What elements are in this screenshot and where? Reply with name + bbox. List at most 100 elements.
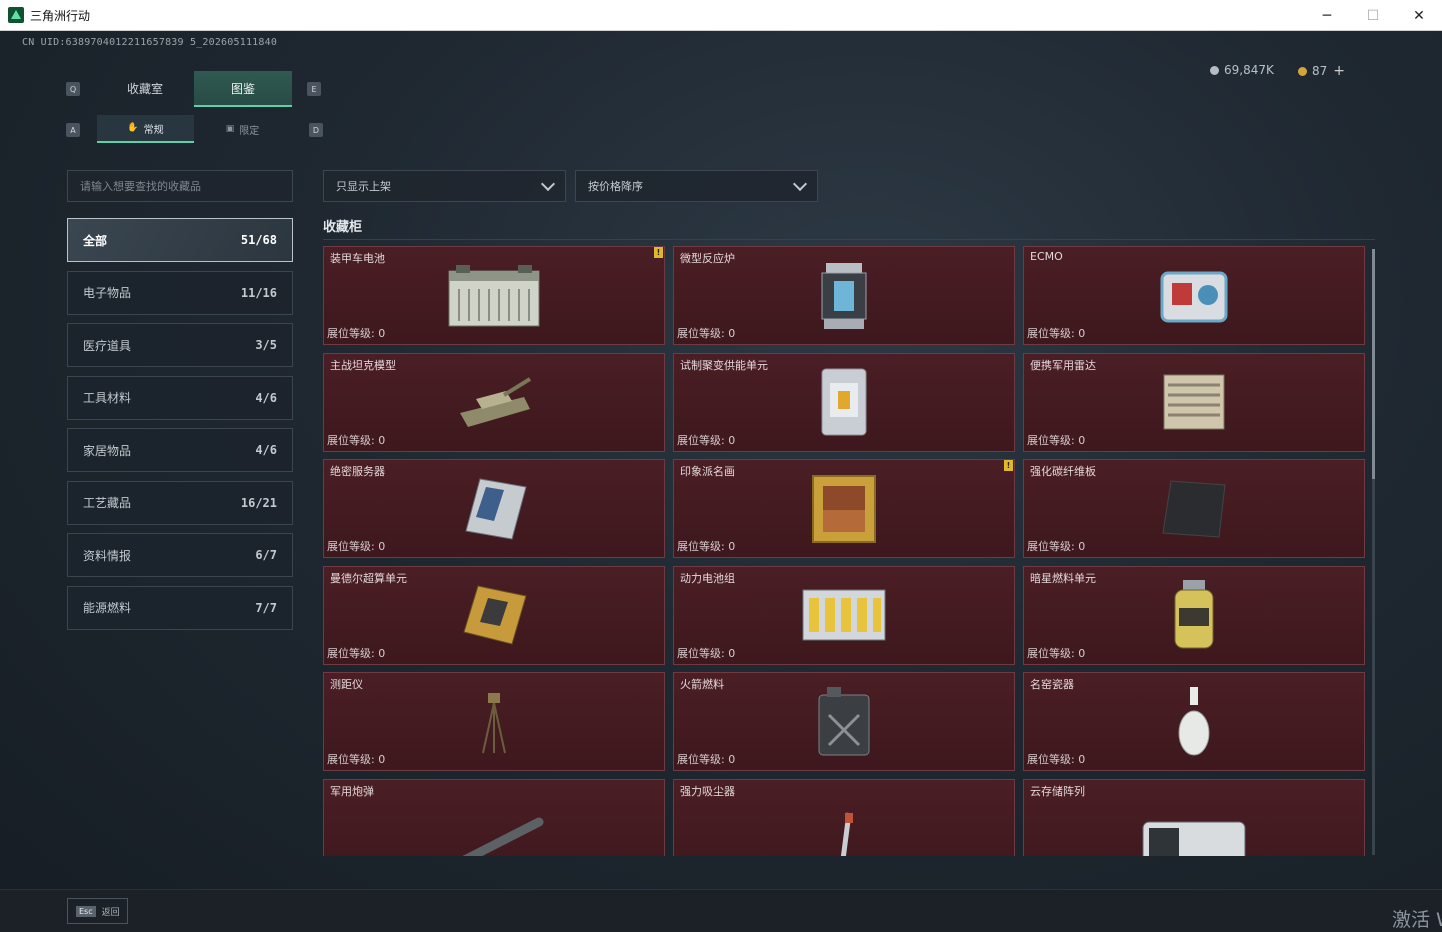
reactor-icon: [821, 262, 867, 329]
card-level: 展位等级: 0: [327, 646, 386, 660]
collection-card[interactable]: 曼德尔超算单元 展位等级: 0: [323, 565, 665, 665]
silver-coin-icon: [1210, 65, 1219, 75]
collection-card[interactable]: 强力吸尘器: [673, 778, 1015, 856]
category-label: 资料情报: [83, 548, 132, 563]
esc-key-hint: Esc: [76, 905, 96, 917]
subtab-regular[interactable]: ✋ 常规: [97, 115, 194, 143]
card-level: 展位等级: 0: [327, 433, 386, 447]
card-level: 展位等级: 0: [677, 327, 736, 340]
category-crafts[interactable]: 工艺藏品 16/21: [67, 480, 293, 525]
card-name: ECMO: [1030, 250, 1063, 263]
close-button[interactable]: ✕: [1396, 0, 1442, 31]
collection-grid: 装甲车电池 ! 展位等级: 0 微型反应炉 展位等级: 0 ECMO 展位等级:…: [323, 246, 1365, 856]
card-name: 军用炮弹: [330, 784, 374, 798]
category-electronics[interactable]: 电子物品 11/16: [67, 270, 293, 315]
category-label: 医疗道具: [83, 338, 132, 353]
storage-array-icon: [1142, 821, 1246, 856]
category-count: 16/21: [240, 495, 277, 510]
tab-codex[interactable]: 图鉴: [194, 71, 292, 107]
search-input[interactable]: 请输入想要查找的收藏品: [67, 170, 293, 202]
category-count: 3/5: [255, 338, 277, 352]
radar-icon: [1163, 374, 1225, 430]
collection-card[interactable]: 动力电池组 展位等级: 0: [673, 565, 1015, 665]
category-energy[interactable]: 能源燃料 7/7: [67, 585, 293, 630]
sort-dropdown[interactable]: 按价格降序: [575, 170, 818, 202]
gold-coin-icon: [1298, 66, 1307, 76]
collection-card[interactable]: 火箭燃料 展位等级: 0: [673, 672, 1015, 771]
subtab-limited[interactable]: ▣ 限定: [194, 115, 291, 143]
category-medical[interactable]: 医疗道具 3/5: [67, 323, 293, 367]
silver-currency: 69,847K: [1210, 63, 1274, 77]
collection-card[interactable]: 试制聚变供能单元 展位等级: 0: [673, 352, 1015, 452]
collection-card[interactable]: 测距仪 展位等级: 0: [323, 672, 665, 771]
add-currency-button[interactable]: +: [1333, 63, 1345, 79]
category-label: 家居物品: [83, 443, 132, 458]
collection-card[interactable]: 微型反应炉 展位等级: 0: [673, 246, 1015, 345]
battery-icon: [448, 264, 540, 326]
collection-card[interactable]: 军用炮弹: [323, 778, 665, 856]
maximize-button[interactable]: ☐: [1350, 0, 1396, 31]
back-label: 返回: [101, 907, 120, 918]
carbon-plate-icon: [1162, 479, 1226, 538]
card-level: 展位等级: 0: [677, 540, 736, 553]
category-list: 全部 51/68 电子物品 11/16 医疗道具 3/5 工具材料 4/6 家居物品 4/…: [67, 218, 293, 638]
card-level: 展位等级: 0: [327, 753, 386, 766]
collection-card[interactable]: 主战坦克模型 展位等级: 0: [323, 352, 665, 452]
category-intel[interactable]: 资料情报 6/7: [67, 533, 293, 577]
minimize-button[interactable]: ─: [1304, 0, 1350, 31]
category-count: 51/68: [240, 233, 277, 247]
card-level: 展位等级: 0: [1027, 753, 1086, 766]
card-name: 名窑瓷器: [1030, 678, 1074, 691]
card-name: 动力电池组: [680, 571, 735, 585]
tab-collection-room[interactable]: 收藏室: [96, 71, 194, 107]
card-level: 展位等级: 0: [1027, 646, 1086, 660]
category-household[interactable]: 家居物品 4/6: [67, 428, 293, 472]
card-name: 装甲车电池: [330, 252, 385, 265]
subtab-limited-label: 限定: [239, 125, 260, 137]
back-button[interactable]: Esc 返回: [67, 898, 128, 924]
collection-card[interactable]: 名窑瓷器 展位等级: 0: [1023, 672, 1365, 771]
collection-card[interactable]: 暗星燃料单元 展位等级: 0: [1023, 565, 1365, 665]
collection-card[interactable]: 绝密服务器 展位等级: 0: [323, 459, 665, 558]
fusion-unit-icon: [821, 368, 867, 436]
card-name: 主战坦克模型: [330, 358, 396, 372]
vacuum-icon: [840, 812, 853, 856]
hand-icon: ✋: [127, 123, 139, 133]
card-level: 展位等级: 0: [677, 433, 736, 447]
category-count: 7/7: [255, 600, 277, 615]
collection-card[interactable]: 云存储阵列: [1023, 778, 1365, 856]
shelf-filter-dropdown[interactable]: 只显示上架: [323, 170, 566, 202]
collection-card[interactable]: 强化碳纤维板 展位等级: 0: [1023, 459, 1365, 558]
chevron-down-icon: [540, 176, 556, 192]
card-name: 微型反应炉: [680, 252, 735, 265]
category-all[interactable]: 全部 51/68: [67, 218, 293, 262]
scrollbar-thumb[interactable]: [1372, 249, 1375, 479]
section-divider: [323, 239, 1375, 240]
activation-watermark: 激活 W: [1392, 909, 1442, 931]
collection-card[interactable]: 印象派名画 ! 展位等级: 0: [673, 459, 1015, 558]
collection-card[interactable]: 装甲车电池 ! 展位等级: 0: [323, 246, 665, 345]
tank-icon: [460, 377, 532, 427]
collection-card[interactable]: ECMO 展位等级: 0: [1023, 246, 1365, 345]
grid-scrollbar[interactable]: [1372, 249, 1375, 855]
key-hint-a: A: [66, 123, 80, 137]
card-level: 展位等级: 0: [327, 540, 386, 553]
category-count: 11/16: [240, 285, 277, 300]
card-level: 展位等级: 0: [677, 646, 736, 660]
sort-value: 按价格降序: [588, 180, 643, 193]
uid-label: CN UID:6389704012211657839 5_20260511184…: [22, 37, 278, 48]
silver-currency-value: 69,847K: [1224, 63, 1274, 77]
fuel-canister-icon: [1174, 580, 1214, 649]
window-titlebar: 三角洲行动 ─ ☐ ✕: [0, 0, 1442, 31]
subtab-regular-label: 常规: [143, 124, 164, 136]
rangefinder-icon: [482, 692, 506, 753]
card-level: 展位等级: 0: [1027, 433, 1086, 447]
category-count: 4/6: [255, 390, 277, 405]
cpu-icon: [463, 585, 527, 645]
card-name: 曼德尔超算单元: [330, 571, 407, 585]
category-count: 6/7: [255, 548, 277, 562]
jerrycan-icon: [818, 686, 870, 755]
collection-card[interactable]: 便携军用雷达 展位等级: 0: [1023, 352, 1365, 452]
category-tools[interactable]: 工具材料 4/6: [67, 375, 293, 420]
warning-badge-icon: !: [1004, 460, 1013, 471]
